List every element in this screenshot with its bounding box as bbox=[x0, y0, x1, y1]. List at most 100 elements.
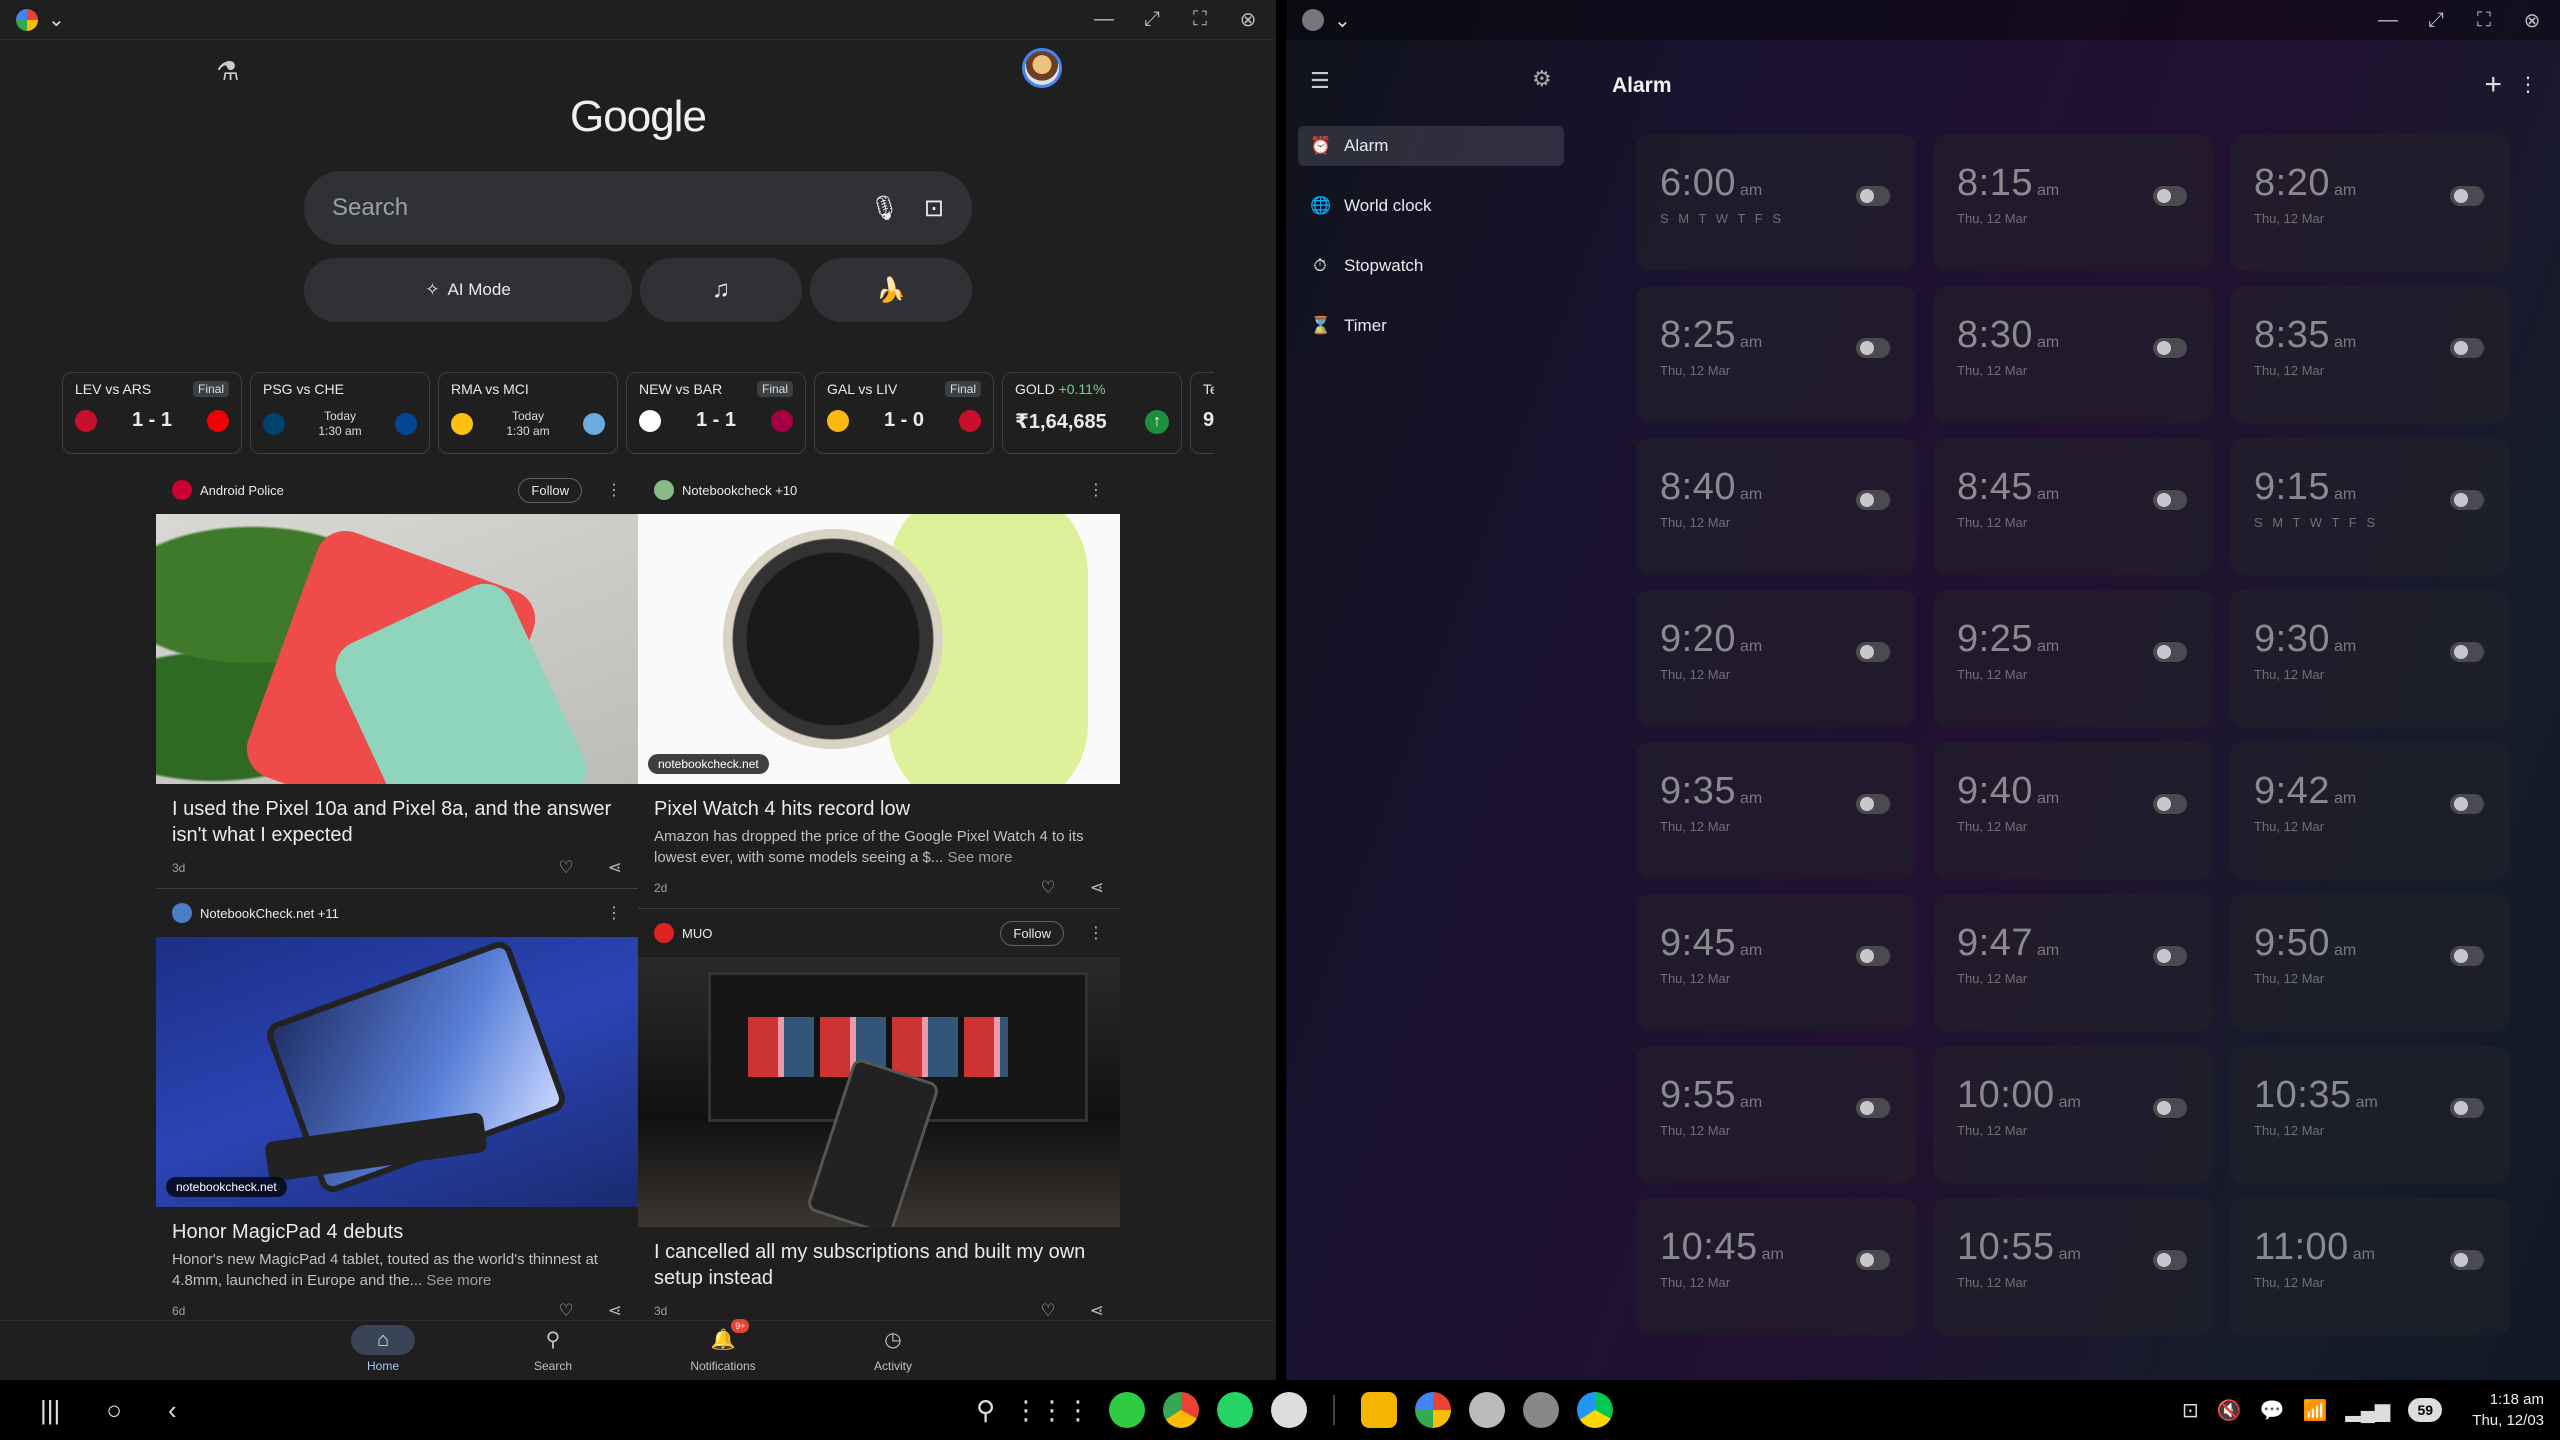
alarm-card[interactable]: 9:50 am Thu, 12 Mar bbox=[2230, 894, 2510, 1031]
alarm-toggle[interactable] bbox=[1856, 490, 1890, 510]
alarm-card[interactable]: 9:47 am Thu, 12 Mar bbox=[1933, 894, 2213, 1031]
alarm-card[interactable]: 8:20 am Thu, 12 Mar bbox=[2230, 134, 2510, 271]
search-bar[interactable]: 🎙 ⊡ bbox=[304, 171, 972, 245]
score-card[interactable]: LEV vs ARS Final 1 - 1 bbox=[62, 372, 242, 454]
close-icon[interactable]: ⊗ bbox=[1236, 7, 1260, 32]
article-image[interactable]: notebookcheck.net bbox=[156, 937, 638, 1207]
search-input[interactable] bbox=[332, 194, 846, 222]
alarm-toggle[interactable] bbox=[2450, 338, 2484, 358]
nav-search[interactable]: ⚲ Search bbox=[503, 1325, 603, 1380]
alarm-toggle[interactable] bbox=[1856, 794, 1890, 814]
more-vert-icon[interactable]: ⋮ bbox=[606, 480, 622, 500]
alarm-toggle[interactable] bbox=[2450, 186, 2484, 206]
alarm-card[interactable]: 8:40 am Thu, 12 Mar bbox=[1636, 438, 1916, 575]
nav-activity[interactable]: ◷ Activity bbox=[843, 1325, 943, 1380]
avatar[interactable] bbox=[1022, 48, 1062, 88]
follow-button[interactable]: Follow bbox=[1000, 920, 1064, 946]
more-vert-icon[interactable]: ⋮ bbox=[1088, 923, 1104, 943]
alarm-toggle[interactable] bbox=[2153, 186, 2187, 206]
alarm-toggle[interactable] bbox=[1856, 642, 1890, 662]
phone-app-icon[interactable] bbox=[1109, 1392, 1146, 1428]
close-icon[interactable]: ⊗ bbox=[2520, 8, 2544, 33]
score-card[interactable]: PSG vs CHE Today 1:30 am bbox=[250, 372, 430, 454]
alarm-card[interactable]: 9:42 am Thu, 12 Mar bbox=[2230, 742, 2510, 879]
alarm-toggle[interactable] bbox=[2450, 794, 2484, 814]
alarm-card[interactable]: 9:55 am Thu, 12 Mar bbox=[1636, 1046, 1916, 1183]
google-app-icon[interactable] bbox=[1415, 1392, 1452, 1428]
settings-app-icon[interactable] bbox=[1523, 1392, 1560, 1428]
alarm-toggle[interactable] bbox=[1856, 1098, 1890, 1118]
nav-home[interactable]: ⌂ Home bbox=[333, 1325, 433, 1380]
sidebar-item-timer[interactable]: ⌛ Timer bbox=[1298, 306, 1564, 346]
see-more-link[interactable]: See more bbox=[947, 849, 1012, 866]
alarm-card[interactable]: 10:00 am Thu, 12 Mar bbox=[1933, 1046, 2213, 1183]
alarm-card[interactable]: 10:45 am Thu, 12 Mar bbox=[1636, 1198, 1916, 1335]
files-app-icon[interactable] bbox=[1361, 1392, 1398, 1428]
resize-icon[interactable]: ⤢ bbox=[2424, 9, 2448, 32]
alarm-toggle[interactable] bbox=[2153, 490, 2187, 510]
home-circle-icon[interactable]: ○ bbox=[106, 1395, 122, 1426]
article-image[interactable] bbox=[156, 514, 638, 784]
alarm-toggle[interactable] bbox=[2153, 1250, 2187, 1270]
article-image[interactable]: notebookcheck.net bbox=[638, 514, 1120, 784]
gold-price-card[interactable]: GOLD +0.11% ₹1,64,685 ↑ bbox=[1002, 372, 1182, 454]
alarm-card[interactable]: 6:00 am S M T W T F S bbox=[1636, 134, 1916, 271]
minimize-icon[interactable]: — bbox=[2376, 9, 2400, 32]
heart-icon[interactable]: ♡ bbox=[1041, 878, 1056, 898]
gear-icon[interactable]: ⚙ bbox=[1532, 66, 1552, 92]
recents-icon[interactable]: ||| bbox=[40, 1395, 60, 1426]
alarm-card[interactable]: 9:35 am Thu, 12 Mar bbox=[1636, 742, 1916, 879]
chevron-down-icon[interactable]: ⌄ bbox=[48, 7, 65, 32]
chevron-down-icon[interactable]: ⌄ bbox=[1334, 8, 1351, 33]
alarm-toggle[interactable] bbox=[2450, 946, 2484, 966]
alarm-toggle[interactable] bbox=[2450, 1098, 2484, 1118]
lens-camera-icon[interactable]: ⊡ bbox=[924, 194, 944, 223]
play-store-app-icon[interactable] bbox=[1577, 1392, 1614, 1428]
alarm-toggle[interactable] bbox=[2153, 946, 2187, 966]
alarm-card[interactable]: 9:20 am Thu, 12 Mar bbox=[1636, 590, 1916, 727]
alarm-toggle[interactable] bbox=[2153, 1098, 2187, 1118]
alarm-card[interactable]: 9:30 am Thu, 12 Mar bbox=[2230, 590, 2510, 727]
maximize-icon[interactable]: ⛶ bbox=[1188, 8, 1212, 31]
ai-mode-button[interactable]: ✧ AI Mode bbox=[304, 258, 632, 322]
app-drawer-icon[interactable]: ⋮⋮⋮ bbox=[1013, 1395, 1091, 1426]
alarm-card[interactable]: 8:25 am Thu, 12 Mar bbox=[1636, 286, 1916, 423]
article-title[interactable]: Honor MagicPad 4 debuts bbox=[156, 1207, 638, 1245]
camera-app-icon[interactable] bbox=[1271, 1392, 1308, 1428]
labs-flask-icon[interactable]: ⚗ bbox=[216, 56, 239, 87]
alarm-card[interactable]: 9:40 am Thu, 12 Mar bbox=[1933, 742, 2213, 879]
heart-icon[interactable]: ♡ bbox=[559, 1301, 574, 1321]
heart-icon[interactable]: ♡ bbox=[559, 858, 574, 878]
alarm-toggle[interactable] bbox=[1856, 338, 1890, 358]
article-image[interactable] bbox=[638, 957, 1120, 1227]
alarm-toggle[interactable] bbox=[1856, 946, 1890, 966]
score-card[interactable]: GAL vs LIV Final 1 - 0 bbox=[814, 372, 994, 454]
more-vert-icon[interactable]: ⋮ bbox=[606, 903, 622, 923]
score-card-partial[interactable]: Te 9 bbox=[1190, 372, 1214, 454]
follow-button[interactable]: Follow bbox=[518, 477, 582, 503]
alarm-card[interactable]: 11:00 am Thu, 12 Mar bbox=[2230, 1198, 2510, 1335]
sidebar-item-world-clock[interactable]: 🌐 World clock bbox=[1298, 186, 1564, 226]
chat-bubble-icon[interactable]: 💬 bbox=[2260, 1398, 2285, 1423]
article-title[interactable]: Pixel Watch 4 hits record low bbox=[638, 784, 1120, 822]
song-search-button[interactable]: ♫ bbox=[640, 258, 802, 322]
minimize-icon[interactable]: — bbox=[1092, 8, 1116, 31]
score-card[interactable]: NEW vs BAR Final 1 - 1 bbox=[626, 372, 806, 454]
score-carousel[interactable]: LEV vs ARS Final 1 - 1 PSG vs CHE Today 1:… bbox=[62, 372, 1214, 454]
alarm-toggle[interactable] bbox=[1856, 186, 1890, 206]
add-alarm-icon[interactable]: + bbox=[2484, 68, 2502, 102]
alarm-card[interactable]: 10:35 am Thu, 12 Mar bbox=[2230, 1046, 2510, 1183]
search-icon[interactable]: ⚲ bbox=[976, 1395, 995, 1426]
article-title[interactable]: I used the Pixel 10a and Pixel 8a, and t… bbox=[156, 784, 638, 848]
sidebar-item-alarm[interactable]: ⏰ Alarm bbox=[1298, 126, 1564, 166]
heart-icon[interactable]: ♡ bbox=[1041, 1301, 1056, 1321]
more-vert-icon[interactable]: ⋮ bbox=[2518, 72, 2538, 97]
alarm-card[interactable]: 10:55 am Thu, 12 Mar bbox=[1933, 1198, 2213, 1335]
share-icon[interactable]: ⋖ bbox=[608, 858, 622, 878]
alarm-toggle[interactable] bbox=[2153, 794, 2187, 814]
chrome-app-icon[interactable] bbox=[1163, 1392, 1200, 1428]
banana-button[interactable]: 🍌 bbox=[810, 258, 972, 322]
alarm-toggle[interactable] bbox=[1856, 1250, 1890, 1270]
alarm-card[interactable]: 9:15 am S M T W T F S bbox=[2230, 438, 2510, 575]
alarm-card[interactable]: 8:30 am Thu, 12 Mar bbox=[1933, 286, 2213, 423]
